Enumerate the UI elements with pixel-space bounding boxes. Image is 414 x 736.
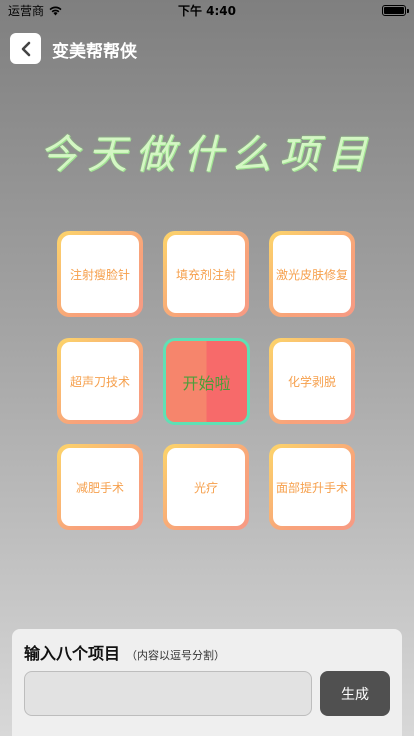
grid-item-5[interactable]: 化学剥脱	[269, 338, 355, 424]
panel-title: 输入八个项目 （内容以逗号分割）	[24, 640, 225, 664]
project-grid: 注射瘦脸针 填充剂注射 激光皮肤修复 超声刀技术 开始啦 化学剥脱 减肥手术 光…	[0, 0, 414, 736]
start-button[interactable]: 开始啦	[163, 338, 250, 425]
panel-hint-text: （内容以逗号分割）	[126, 649, 226, 662]
grid-item-label: 化学剥脱	[273, 342, 351, 420]
status-left: 运营商	[8, 2, 63, 19]
input-panel: 输入八个项目 （内容以逗号分割） 生成	[12, 629, 402, 736]
grid-item-1[interactable]: 注射瘦脸针	[57, 231, 143, 317]
grid-item-label: 面部提升手术	[273, 448, 351, 526]
grid-item-6[interactable]: 减肥手术	[57, 444, 143, 530]
wifi-icon	[49, 6, 62, 15]
grid-item-2[interactable]: 填充剂注射	[163, 231, 249, 317]
grid-item-label: 光疗	[167, 448, 245, 526]
carrier-label: 运营商	[8, 3, 45, 18]
grid-item-7[interactable]: 光疗	[163, 444, 249, 530]
status-bar: 运营商 下午 4:40	[0, 0, 414, 20]
grid-item-label: 填充剂注射	[167, 235, 245, 313]
grid-item-label: 注射瘦脸针	[61, 235, 139, 313]
back-button[interactable]	[10, 33, 41, 64]
panel-title-text: 输入八个项目	[24, 644, 121, 663]
start-button-label: 开始啦	[182, 373, 231, 393]
battery-fill	[384, 6, 404, 14]
nav-title: 变美帮帮侠	[52, 42, 137, 62]
grid-item-label: 超声刀技术	[61, 342, 139, 420]
nav-bar: 变美帮帮侠	[0, 28, 414, 68]
grid-item-8[interactable]: 面部提升手术	[269, 444, 355, 530]
items-input[interactable]	[24, 671, 312, 716]
grid-item-label: 激光皮肤修复	[273, 235, 351, 313]
headline: 今天做什么项目	[39, 132, 375, 178]
grid-item-4[interactable]: 超声刀技术	[57, 338, 143, 424]
generate-button[interactable]: 生成	[320, 671, 390, 716]
chevron-left-icon	[21, 41, 30, 56]
battery-icon	[382, 4, 409, 16]
grid-item-label: 减肥手术	[61, 448, 139, 526]
grid-item-3[interactable]: 激光皮肤修复	[269, 231, 355, 317]
